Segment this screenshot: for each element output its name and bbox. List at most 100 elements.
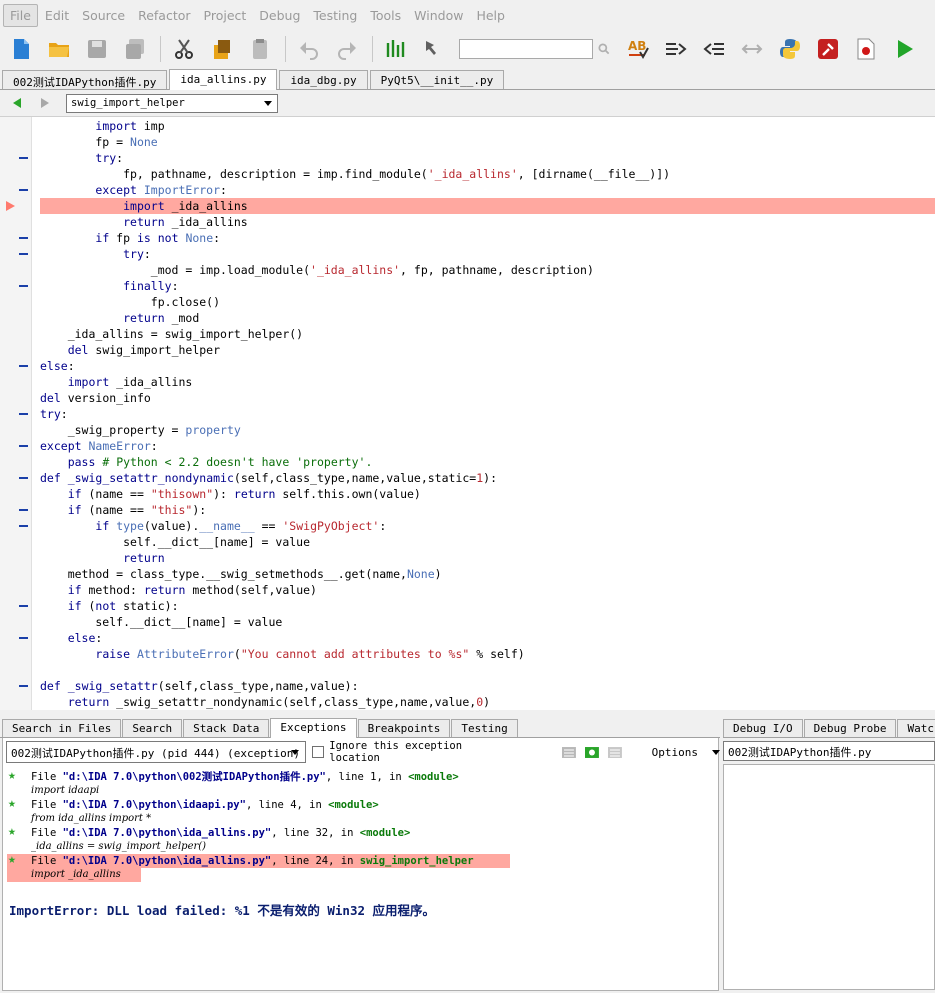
fold-minus-icon[interactable] [19, 525, 28, 527]
menu-help[interactable]: Help [470, 5, 511, 26]
disabled-stack-icon[interactable] [561, 746, 576, 758]
save-all-icon[interactable] [122, 36, 148, 62]
save-icon[interactable] [84, 36, 110, 62]
chevron-down-icon[interactable] [711, 749, 720, 755]
tab-search[interactable]: Search [122, 719, 183, 737]
disabled-list-icon[interactable] [607, 746, 622, 758]
fold-minus-icon[interactable] [19, 237, 28, 239]
gutter-line[interactable] [0, 390, 32, 406]
gutter-line[interactable] [0, 134, 32, 150]
spell-check-icon[interactable]: AB [625, 36, 651, 62]
fold-minus-icon[interactable] [19, 413, 28, 415]
record-icon[interactable] [853, 36, 879, 62]
tab-testing[interactable]: Testing [451, 719, 518, 737]
gutter-line[interactable] [0, 262, 32, 278]
gutter-line[interactable] [0, 166, 32, 182]
tab-debug-probe[interactable]: Debug Probe [803, 719, 897, 737]
new-file-icon[interactable] [8, 36, 34, 62]
menu-testing[interactable]: Testing [307, 5, 363, 26]
menu-window[interactable]: Window [408, 5, 469, 26]
redo-icon[interactable] [334, 36, 360, 62]
file-tab[interactable]: 002测试IDAPython插件.py [2, 70, 168, 89]
gutter-line[interactable] [0, 566, 32, 582]
gutter-line[interactable] [0, 614, 32, 630]
gutter-line[interactable] [0, 646, 32, 662]
menu-source[interactable]: Source [76, 5, 131, 26]
cut-icon[interactable] [171, 36, 197, 62]
copy-icon[interactable] [209, 36, 235, 62]
indent-guides-icon[interactable] [383, 36, 409, 62]
gutter-line[interactable] [0, 438, 32, 454]
search-icon[interactable] [597, 36, 611, 62]
code-editor[interactable]: import imp fp = None try: fp, pathname, … [0, 116, 935, 710]
python-shell-icon[interactable] [777, 36, 803, 62]
undo-icon[interactable] [296, 36, 322, 62]
gutter-line[interactable] [0, 150, 32, 166]
fold-minus-icon[interactable] [19, 477, 28, 479]
gutter-line[interactable] [0, 582, 32, 598]
scope-dropdown[interactable]: swig_import_helper [66, 93, 278, 113]
gutter-line[interactable] [0, 486, 32, 502]
gutter-line[interactable] [0, 198, 32, 214]
tab-watch[interactable]: Watch [897, 719, 935, 737]
gutter-line[interactable] [0, 294, 32, 310]
tab-search-in-files[interactable]: Search in Files [2, 719, 122, 737]
debug-io-process-dropdown[interactable]: 002测试IDAPython插件.py [723, 741, 935, 761]
gutter-line[interactable] [0, 502, 32, 518]
gutter-line[interactable] [0, 406, 32, 422]
indent-icon[interactable] [663, 36, 689, 62]
preferences-icon[interactable] [815, 36, 841, 62]
fold-minus-icon[interactable] [19, 445, 28, 447]
outdent-icon[interactable] [701, 36, 727, 62]
tab-debug-i-o[interactable]: Debug I/O [723, 719, 803, 737]
fold-minus-icon[interactable] [19, 157, 28, 159]
menu-file[interactable]: File [3, 3, 38, 27]
menu-debug[interactable]: Debug [253, 5, 306, 26]
gutter-line[interactable] [0, 310, 32, 326]
gutter-line[interactable] [0, 694, 32, 710]
tab-exceptions[interactable]: Exceptions [270, 718, 357, 738]
menu-tools[interactable]: Tools [364, 5, 407, 26]
tab-breakpoints[interactable]: Breakpoints [357, 719, 451, 737]
gutter-line[interactable] [0, 118, 32, 134]
toolbar-search-input[interactable] [459, 39, 593, 59]
gutter-line[interactable] [0, 454, 32, 470]
forward-arrow-icon[interactable] [38, 96, 52, 110]
gutter-line[interactable] [0, 534, 32, 550]
paste-icon[interactable] [247, 36, 273, 62]
menu-edit[interactable]: Edit [39, 5, 75, 26]
menu-refactor[interactable]: Refactor [132, 5, 196, 26]
run-icon[interactable] [891, 36, 917, 62]
fold-minus-icon[interactable] [19, 189, 28, 191]
file-tab[interactable]: PyQt5\__init__.py [369, 70, 505, 89]
goto-icon[interactable] [421, 36, 447, 62]
fold-minus-icon[interactable] [19, 637, 28, 639]
traceback-frame[interactable]: ★ File "d:\IDA 7.0\python\002测试IDAPython插… [7, 769, 717, 784]
gutter-line[interactable] [0, 662, 32, 678]
gutter-line[interactable] [0, 182, 32, 198]
frame-icon[interactable] [584, 746, 599, 758]
gutter-line[interactable] [0, 678, 32, 694]
fold-minus-icon[interactable] [19, 365, 28, 367]
gutter-line[interactable] [0, 278, 32, 294]
debug-io-output[interactable] [723, 764, 935, 990]
gutter-line[interactable] [0, 230, 32, 246]
gutter-line[interactable] [0, 342, 32, 358]
open-folder-icon[interactable] [46, 36, 72, 62]
gutter-line[interactable] [0, 518, 32, 534]
gutter-line[interactable] [0, 550, 32, 566]
gutter-line[interactable] [0, 374, 32, 390]
fold-minus-icon[interactable] [19, 685, 28, 687]
gutter-line[interactable] [0, 470, 32, 486]
options-menu[interactable]: Options [652, 746, 698, 759]
process-dropdown[interactable]: 002测试IDAPython插件.py (pid 444) (exception… [6, 741, 307, 763]
gutter-line[interactable] [0, 358, 32, 374]
gutter-line[interactable] [0, 598, 32, 614]
fold-minus-icon[interactable] [19, 509, 28, 511]
gutter-line[interactable] [0, 214, 32, 230]
file-tab[interactable]: ida_allins.py [169, 69, 278, 90]
swap-icon[interactable] [739, 36, 765, 62]
gutter-line[interactable] [0, 422, 32, 438]
file-tab[interactable]: ida_dbg.py [279, 70, 368, 89]
editor-gutter[interactable] [0, 117, 32, 710]
